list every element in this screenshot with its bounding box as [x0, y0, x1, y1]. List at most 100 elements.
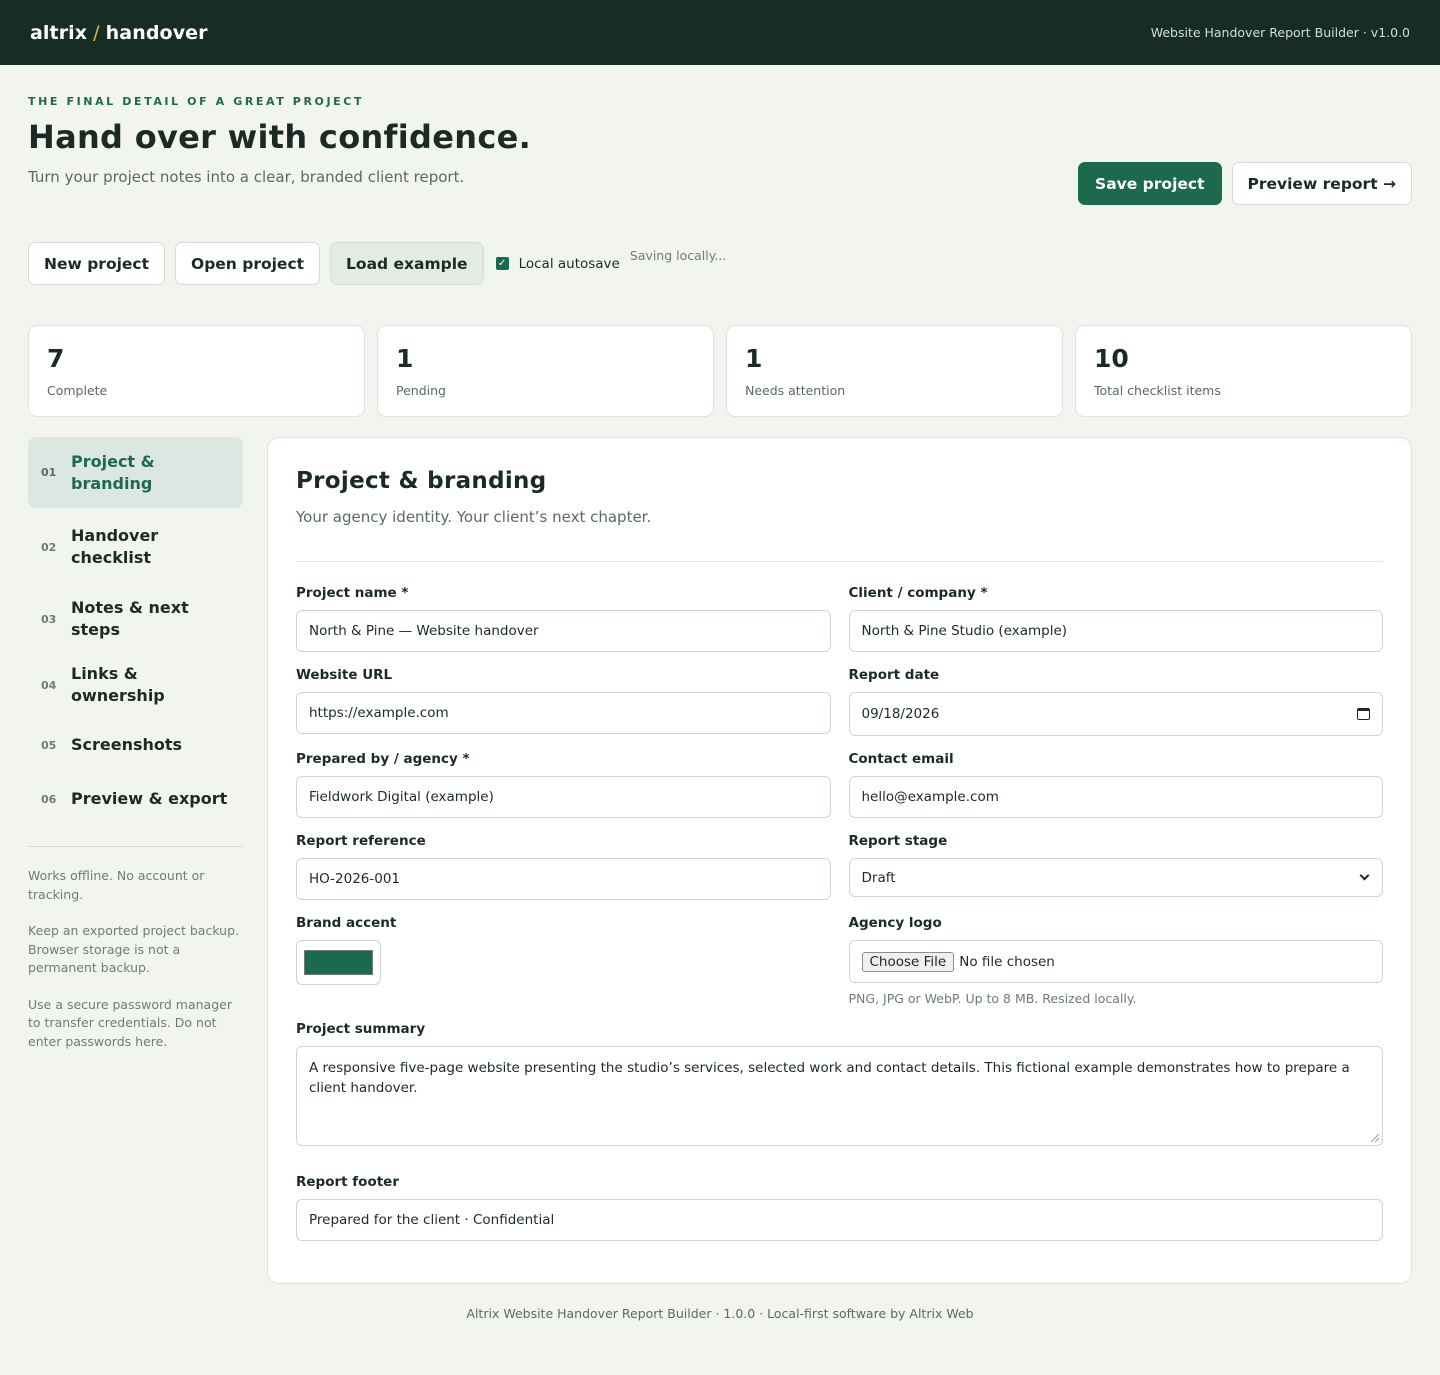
panel-title: Project & branding [296, 468, 547, 494]
report-reference-input[interactable]: HO-2026-001 [296, 858, 831, 900]
step-number: 01 [41, 466, 57, 479]
agency-logo-field: Agency logo Choose File No file chosen P… [848, 915, 1383, 1006]
sidebar-item-label: Preview & export [71, 789, 228, 808]
stat-label: Needs attention [745, 383, 846, 398]
panel-subtitle: Your agency identity. Your client’s next… [296, 508, 652, 526]
sidebar-item-project-branding[interactable]: 01 Project & branding [28, 437, 243, 508]
report-stage-field: Report stage Draft [848, 833, 1383, 900]
page-title: Hand over with confidence. [28, 118, 532, 156]
field-label: Report stage [848, 833, 948, 849]
step-number: 04 [41, 678, 57, 692]
website-url-field: Website URL https://example.com [296, 667, 831, 736]
report-date-field: Report date 09/18/2026 [848, 667, 1383, 736]
chevron-down-icon [1359, 870, 1370, 881]
contact-email-input[interactable]: hello@example.com [848, 776, 1383, 818]
report-stage-value: Draft [861, 869, 896, 886]
load-example-button[interactable]: Load example [330, 242, 484, 285]
sidebar-item-notes-next-steps[interactable]: 03 Notes & next steps [28, 586, 243, 652]
brand-logo[interactable]: altrix / handover [30, 22, 208, 44]
main: 01 Project & branding 02 Handover checkl… [0, 437, 1440, 1284]
sidebar-item-label: Screenshots [71, 735, 183, 754]
sidebar-item-screenshots[interactable]: 05 Screenshots [28, 718, 243, 772]
logo-hint: PNG, JPG or WebP. Up to 8 MB. Resized lo… [848, 991, 1137, 1006]
stat-value: 1 [745, 344, 763, 373]
preview-report-button[interactable]: Preview report → [1231, 162, 1412, 205]
step-number: 05 [41, 738, 57, 752]
top-bar: altrix / handover Website Handover Report … [0, 0, 1440, 65]
sidebar-item-label: Links & ownership [71, 664, 165, 705]
sidebar-item-label: Handover checklist [71, 526, 159, 567]
stat-value: 7 [47, 344, 65, 373]
resize-handle[interactable] [1371, 1134, 1379, 1142]
brand-slash: / [93, 21, 100, 44]
client-field: Client / company * North & Pine Studio (… [848, 585, 1383, 652]
project-name-field: Project name * North & Pine — Website ha… [296, 585, 831, 652]
new-project-button[interactable]: New project [28, 242, 166, 285]
brand-accent-picker[interactable] [296, 940, 381, 985]
report-stage-select[interactable]: Draft [848, 858, 1383, 897]
brand-product: handover [105, 21, 208, 44]
report-reference-field: Report reference HO-2026-001 [296, 833, 831, 900]
stat-card-total: 10 Total checklist items [1075, 325, 1412, 417]
save-status: Saving locally... [629, 248, 727, 263]
offline-note: Works offline. No account or tracking. [28, 868, 205, 902]
project-toolbar: New project Open project Load example ✓ … [28, 242, 726, 285]
sidebar-item-label: Notes & next steps [71, 598, 189, 639]
panel-divider [296, 561, 1383, 562]
report-footer-input[interactable]: Prepared for the client · Confidential [296, 1199, 1383, 1241]
file-status: No file chosen [959, 953, 1055, 970]
project-name-input[interactable]: North & Pine — Website handover [296, 610, 831, 652]
step-number: 02 [41, 540, 57, 554]
field-label: Website URL [296, 667, 393, 683]
autosave-label: Local autosave [518, 255, 620, 272]
report-footer-field: Report footer Prepared for the client · … [296, 1174, 1383, 1241]
autosave-checkbox[interactable]: ✓ [495, 257, 509, 270]
step-number: 03 [41, 612, 57, 626]
branding-form: Project name * North & Pine — Website ha… [296, 585, 1383, 1256]
app-version: Website Handover Report Builder · v1.0.0 [1150, 25, 1410, 40]
report-date-input[interactable]: 09/18/2026 [848, 692, 1383, 736]
project-summary-textarea[interactable]: A responsive five-page website presentin… [296, 1046, 1383, 1146]
sidebar-item-handover-checklist[interactable]: 02 Handover checklist [28, 514, 243, 580]
prepared-by-field: Prepared by / agency * Fieldwork Digital… [296, 751, 831, 818]
stat-card-needs-attention: 1 Needs attention [726, 325, 1063, 417]
stat-label: Complete [47, 383, 108, 398]
hero: THE FINAL DETAIL OF A GREAT PROJECT Hand… [0, 65, 1440, 285]
step-number: 06 [41, 792, 57, 806]
contact-email-field: Contact email hello@example.com [848, 751, 1383, 818]
field-label: Client / company * [848, 585, 988, 601]
field-label: Project summary [296, 1021, 426, 1037]
stat-value: 1 [396, 344, 414, 373]
field-label: Report footer [296, 1174, 399, 1190]
project-summary-value: A responsive five-page website presentin… [309, 1060, 1350, 1096]
client-input[interactable]: North & Pine Studio (example) [848, 610, 1383, 652]
sidebar-item-links-ownership[interactable]: 04 Links & ownership [28, 652, 243, 718]
field-label: Brand accent [296, 915, 397, 931]
backup-note: Keep an exported project backup. Browser… [28, 923, 240, 975]
stat-label: Total checklist items [1094, 383, 1221, 398]
password-note: Use a secure password manager to transfe… [28, 996, 232, 1049]
website-url-input[interactable]: https://example.com [296, 692, 831, 734]
report-date-value: 09/18/2026 [861, 706, 940, 722]
stats-row: 7 Complete 1 Pending 1 Needs attention 1… [0, 325, 1440, 417]
choose-file-button[interactable]: Choose File [861, 951, 955, 972]
brand-accent-swatch [304, 950, 373, 975]
open-project-button[interactable]: Open project [175, 242, 321, 285]
field-label: Report reference [296, 833, 426, 849]
field-label: Prepared by / agency * [296, 751, 470, 767]
stat-value: 10 [1094, 344, 1129, 373]
project-branding-panel: Project & branding Your agency identity.… [267, 437, 1412, 1284]
field-label: Contact email [848, 751, 954, 767]
calendar-icon[interactable] [1357, 708, 1370, 720]
field-label: Project name * [296, 585, 409, 601]
hero-actions: Save project Preview report → [1078, 162, 1412, 205]
brand-name: altrix [30, 21, 88, 44]
sidebar-item-label: Project & branding [71, 451, 155, 493]
autosave-toggle[interactable]: ✓ Local autosave [495, 255, 620, 272]
sidebar: 01 Project & branding 02 Handover checkl… [28, 437, 243, 1284]
sidebar-item-preview-export[interactable]: 06 Preview & export [28, 772, 243, 826]
save-project-button[interactable]: Save project [1078, 162, 1222, 205]
stat-label: Pending [396, 383, 446, 398]
agency-logo-input[interactable]: Choose File No file chosen [848, 940, 1383, 983]
prepared-by-input[interactable]: Fieldwork Digital (example) [296, 776, 831, 818]
